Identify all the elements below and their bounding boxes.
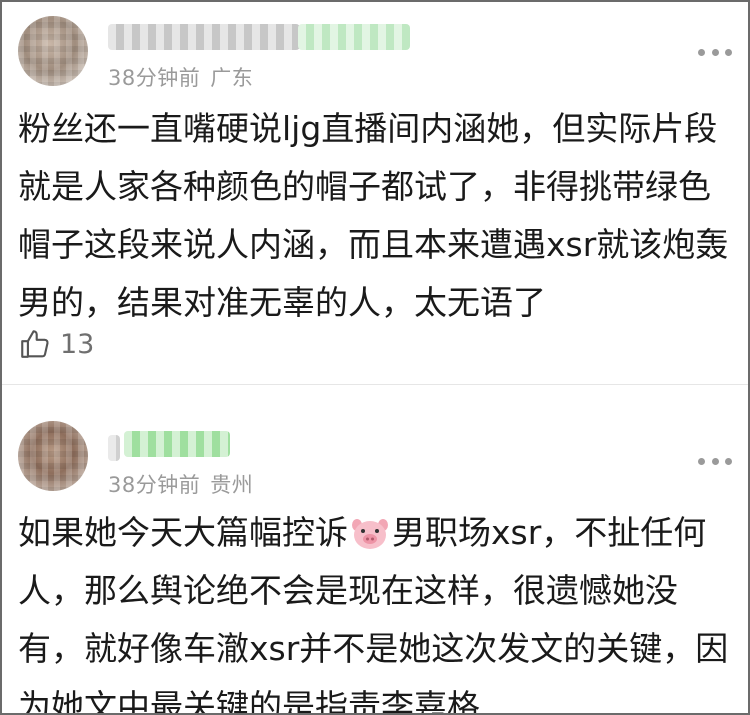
comment-meta: 38分钟前 广东 — [108, 62, 253, 92]
like-button[interactable]: 13 — [18, 324, 94, 364]
comment-text-part: 如果她今天大篇幅控诉 — [18, 513, 348, 552]
pig-face-emoji-icon — [352, 519, 388, 549]
comment-list: 38分钟前 广东 粉丝还一直嘴硬说ljg直播间内涵她，但实际片段就是人家各种颜色的… — [0, 0, 750, 715]
comment-location: 贵州 — [210, 473, 254, 497]
divider — [2, 384, 748, 385]
comment-time: 38分钟前 — [108, 473, 201, 497]
thumbs-up-icon — [21, 330, 49, 358]
comment-text: 如果她今天大篇幅控诉 男职场xsr，不扯任何人，那么舆论绝不会是现在这样，很遗憾… — [18, 504, 734, 713]
comment-text: 粉丝还一直嘴硬说ljg直播间内涵她，但实际片段就是人家各种颜色的帽子都试了，非得… — [18, 109, 729, 322]
comment-time: 38分钟前 — [108, 66, 201, 90]
user-badge-redacted — [298, 24, 410, 50]
more-dots-icon[interactable] — [698, 42, 732, 62]
like-count: 13 — [60, 328, 95, 360]
comment-meta: 38分钟前 贵州 — [108, 469, 253, 499]
user-badge-redacted — [124, 431, 230, 457]
username-redacted[interactable] — [108, 435, 120, 461]
username-redacted[interactable] — [108, 24, 300, 50]
comment-location: 广东 — [210, 66, 254, 90]
avatar[interactable] — [18, 421, 88, 491]
more-dots-icon[interactable] — [698, 451, 732, 471]
avatar[interactable] — [18, 16, 88, 86]
